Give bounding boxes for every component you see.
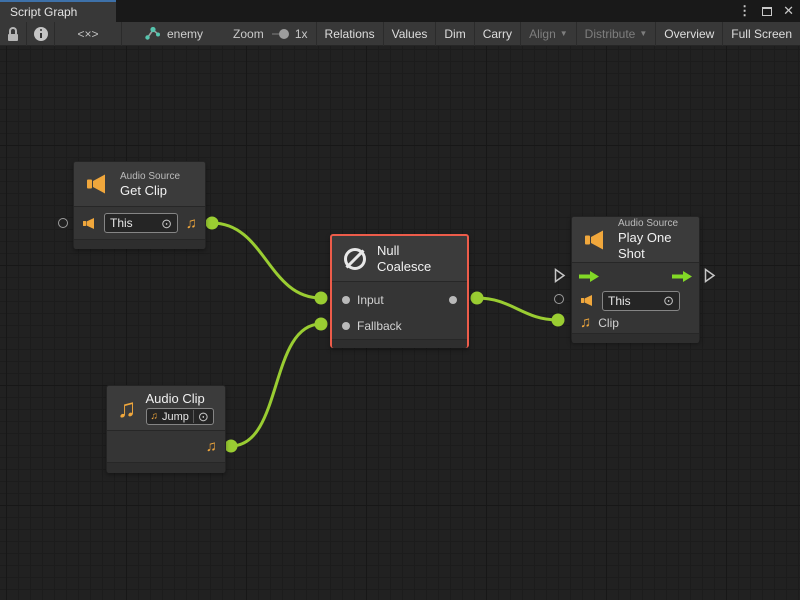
graph-breadcrumb[interactable]: enemy xyxy=(144,26,203,41)
close-icon[interactable]: ✕ xyxy=(783,3,794,19)
graph-icon xyxy=(144,26,161,41)
carry-button[interactable]: Carry xyxy=(475,22,520,46)
fallback-port[interactable] xyxy=(342,322,350,330)
toolbar-buttons: Relations Values Dim Carry Align ▼ Distr… xyxy=(316,22,800,46)
info-icon xyxy=(34,27,48,41)
port-row-fallback: Fallback xyxy=(332,313,467,339)
chevron-down-icon: ▼ xyxy=(639,29,647,38)
zoom-slider-thumb[interactable] xyxy=(279,29,289,39)
wire-getclip-to-input[interactable] xyxy=(212,223,321,298)
audio-source-icon xyxy=(84,173,111,195)
connection-dot[interactable] xyxy=(206,217,219,230)
chevron-down-icon: ▼ xyxy=(560,29,568,38)
port-row-clip: ♫ Clip xyxy=(572,312,699,333)
tab-bar: Script Graph ⋮ ✕ xyxy=(0,0,800,22)
node-play-one-shot[interactable]: Audio Source Play One Shot This xyxy=(571,216,700,342)
tab-title: Script Graph xyxy=(10,5,77,19)
audio-clip-output-icon[interactable]: ♫ xyxy=(206,439,217,454)
play-one-shot-target-input-port[interactable] xyxy=(554,294,564,304)
node-footer xyxy=(572,333,699,343)
null-coalesce-icon xyxy=(342,246,368,272)
fullscreen-button[interactable]: Full Screen xyxy=(723,22,800,46)
result-output-port[interactable] xyxy=(449,296,457,304)
audio-source-icon xyxy=(582,229,609,251)
node-footer xyxy=(332,339,467,348)
node-header: Null Coalesce xyxy=(332,236,467,282)
audio-clip-object-field[interactable]: ♫ Jump ⊙ xyxy=(146,408,214,425)
connection-dot[interactable] xyxy=(471,292,484,305)
node-header: Audio Source Play One Shot xyxy=(572,217,699,263)
zoom-label: Zoom xyxy=(233,27,264,41)
node-get-clip[interactable]: Audio Source Get Clip This ⊙ ♫ xyxy=(73,161,206,249)
script-graph-window: Script Graph ⋮ ✕ <×> xyxy=(0,0,800,600)
node-category: Audio Source xyxy=(120,170,180,183)
graph-canvas[interactable]: Audio Source Get Clip This ⊙ ♫ xyxy=(0,46,800,600)
maximize-icon[interactable] xyxy=(762,7,772,16)
object-picker-icon[interactable]: ⊙ xyxy=(193,410,209,423)
connection-dot[interactable] xyxy=(315,318,328,331)
lock-icon xyxy=(8,27,18,40)
port-row: ♫ xyxy=(107,431,225,462)
node-null-coalesce[interactable]: Null Coalesce Input Fallback xyxy=(330,234,469,348)
node-footer xyxy=(74,239,205,249)
target-object-field[interactable]: This ⊙ xyxy=(602,291,680,311)
play-one-shot-flow-in-port[interactable] xyxy=(553,268,566,283)
port-row-target: This ⊙ xyxy=(572,289,699,312)
code-icon: <×> xyxy=(77,27,98,41)
connection-dot[interactable] xyxy=(225,440,238,453)
graph-name: enemy xyxy=(167,27,203,41)
node-title: Play One Shot xyxy=(618,230,689,262)
wire-audioclip-to-fallback[interactable] xyxy=(231,324,321,446)
tab-script-graph[interactable]: Script Graph xyxy=(0,0,116,22)
object-picker-icon[interactable]: ⊙ xyxy=(161,217,172,230)
node-header: Audio Source Get Clip xyxy=(74,162,205,207)
zoom-value: 1x xyxy=(295,27,308,41)
node-footer xyxy=(107,462,225,473)
distribute-dropdown[interactable]: Distribute ▼ xyxy=(577,22,656,46)
input-port[interactable] xyxy=(342,296,350,304)
target-object-field[interactable]: This ⊙ xyxy=(104,213,178,233)
align-dropdown[interactable]: Align ▼ xyxy=(521,22,576,46)
inspect-button[interactable] xyxy=(27,22,54,46)
flow-out-arrow-icon[interactable] xyxy=(671,270,693,283)
node-category: Audio Source xyxy=(618,217,689,230)
get-clip-target-input-port[interactable] xyxy=(58,218,68,228)
audio-source-icon xyxy=(82,217,97,230)
relations-button[interactable]: Relations xyxy=(317,22,383,46)
node-title: Null Coalesce xyxy=(377,243,457,275)
audio-clip-icon: ♫ xyxy=(117,395,137,421)
edit-source-button[interactable]: <×> xyxy=(55,22,121,46)
port-row: This ⊙ ♫ xyxy=(74,207,205,239)
play-one-shot-flow-out-port[interactable] xyxy=(703,268,716,283)
flow-row xyxy=(572,263,699,289)
audio-clip-icon: ♫ xyxy=(151,411,159,422)
wire-output-to-clip[interactable] xyxy=(477,298,558,320)
node-header: ♫ Audio Clip ♫ Jump ⊙ xyxy=(107,386,225,431)
flow-in-arrow-icon[interactable] xyxy=(578,270,600,283)
object-picker-icon[interactable]: ⊙ xyxy=(663,294,674,307)
audio-clip-output-icon[interactable]: ♫ xyxy=(186,216,197,231)
dim-button[interactable]: Dim xyxy=(436,22,473,46)
lock-button[interactable] xyxy=(0,22,26,46)
zoom-slider[interactable] xyxy=(272,33,285,35)
node-audio-clip[interactable]: ♫ Audio Clip ♫ Jump ⊙ ♫ xyxy=(106,385,226,473)
overview-button[interactable]: Overview xyxy=(656,22,722,46)
audio-source-icon xyxy=(580,294,595,307)
titlebar-controls: ⋮ ✕ xyxy=(738,0,794,22)
node-title: Audio Clip xyxy=(146,391,214,407)
values-button[interactable]: Values xyxy=(384,22,436,46)
connection-dot[interactable] xyxy=(315,292,328,305)
clip-input-icon[interactable]: ♫ xyxy=(580,315,591,330)
node-title: Get Clip xyxy=(120,183,180,199)
toolbar-separator xyxy=(121,22,122,46)
window-menu-icon[interactable]: ⋮ xyxy=(738,3,751,19)
graph-toolbar: <×> enemy Zoom 1x Relations Values Dim xyxy=(0,22,800,46)
port-row-input: Input xyxy=(332,286,467,313)
connection-dot[interactable] xyxy=(552,314,565,327)
